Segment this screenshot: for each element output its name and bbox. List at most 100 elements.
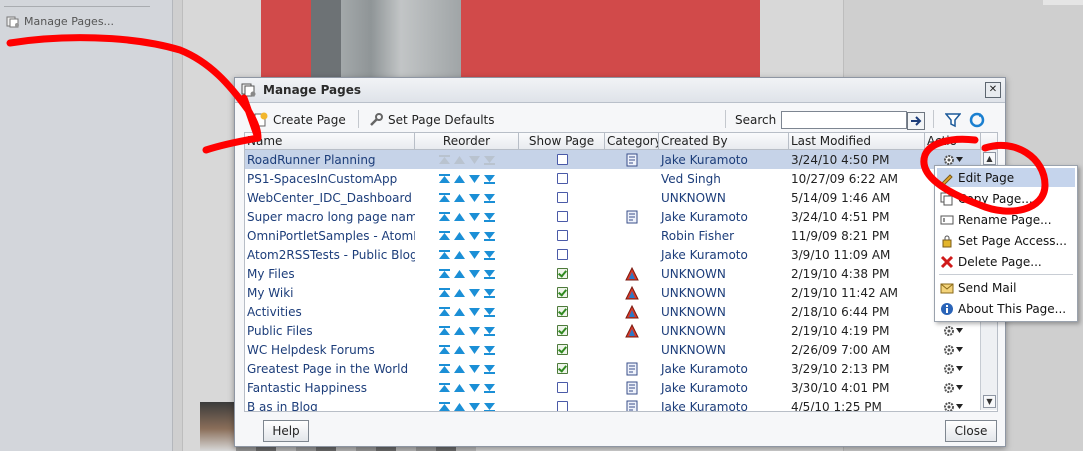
column-header-last-modified[interactable]: Last Modified — [789, 133, 925, 149]
actions-gear-icon[interactable] — [943, 363, 963, 375]
search-input[interactable] — [781, 111, 907, 129]
show-page-checkbox[interactable] — [556, 211, 568, 222]
move-up-icon[interactable] — [453, 364, 466, 374]
table-row[interactable]: OmniPortletSamples - AtomFee Robin Fishe… — [245, 226, 997, 245]
page-name-link[interactable]: My Wiki — [245, 286, 415, 300]
table-row[interactable]: B as in Blog Jake Kuramoto 4/5/10 1:25 P… — [245, 397, 997, 412]
table-row[interactable]: WebCenter_IDC_Dashboard UNKNOWN 5/14/09 … — [245, 188, 997, 207]
table-row[interactable]: Atom2RSSTests - Public Blog Jake Kuramot… — [245, 245, 997, 264]
table-row[interactable]: My Wiki UNKNOWN 2/19/10 11:42 AM — [245, 283, 997, 302]
manage-pages-link[interactable]: Manage Pages... — [6, 15, 114, 28]
move-down-icon[interactable] — [468, 383, 481, 393]
show-page-checkbox[interactable] — [556, 230, 568, 241]
actions-gear-icon[interactable] — [943, 401, 963, 411]
actions-gear-icon[interactable] — [943, 154, 963, 166]
page-name-link[interactable]: Atom2RSSTests - Public Blog — [245, 248, 415, 262]
move-bottom-icon[interactable] — [483, 402, 496, 412]
move-top-icon[interactable] — [438, 363, 451, 374]
move-top-icon[interactable] — [438, 192, 451, 203]
scroll-up-icon[interactable]: ▲ — [983, 152, 996, 165]
help-button[interactable]: Help — [263, 420, 309, 442]
actions-gear-icon[interactable] — [943, 382, 963, 394]
move-top-icon[interactable] — [438, 211, 451, 222]
move-bottom-icon[interactable] — [483, 250, 496, 260]
menu-item-send-mail[interactable]: Send Mail — [937, 278, 1075, 297]
show-page-checkbox[interactable] — [556, 382, 568, 393]
page-name-link[interactable]: Public Files — [245, 324, 415, 338]
move-bottom-icon[interactable] — [483, 345, 496, 355]
move-bottom-icon[interactable] — [483, 212, 496, 222]
move-up-icon[interactable] — [453, 383, 466, 393]
page-name-link[interactable]: Super macro long page name f — [245, 210, 415, 224]
move-bottom-icon[interactable] — [483, 326, 496, 336]
refresh-icon[interactable] — [968, 111, 986, 129]
page-name-link[interactable]: B as in Blog — [245, 400, 415, 412]
table-row[interactable]: WC Helpdesk Forums UNKNOWN 2/26/09 7:00 … — [245, 340, 997, 359]
show-page-checkbox[interactable] — [556, 401, 568, 411]
move-down-icon[interactable] — [468, 364, 481, 374]
set-page-defaults-button[interactable]: Set Page Defaults — [368, 112, 494, 128]
move-up-icon[interactable] — [453, 345, 466, 355]
show-page-checkbox[interactable] — [556, 173, 568, 184]
move-top-icon[interactable] — [438, 154, 451, 165]
page-name-link[interactable]: WC Helpdesk Forums — [245, 343, 415, 357]
show-page-checkbox[interactable] — [556, 344, 568, 355]
move-bottom-icon[interactable] — [483, 174, 496, 184]
column-header-name[interactable]: Name — [245, 133, 415, 149]
table-row[interactable]: Fantastic Happiness Jake Kuramoto 3/30/1… — [245, 378, 997, 397]
show-page-checkbox[interactable] — [556, 363, 568, 374]
move-up-icon[interactable] — [453, 326, 466, 336]
actions-gear-icon[interactable] — [943, 344, 963, 356]
move-top-icon[interactable] — [438, 268, 451, 279]
menu-item-set-page-access[interactable]: Set Page Access... — [937, 231, 1075, 250]
move-up-icon[interactable] — [453, 307, 466, 317]
move-bottom-icon[interactable] — [483, 231, 496, 241]
actions-gear-icon[interactable] — [943, 325, 963, 337]
move-down-icon[interactable] — [468, 155, 481, 165]
dialog-close-icon[interactable]: ✕ — [985, 82, 1001, 98]
table-row[interactable]: Public Files UNKNOWN 2/19/10 4:19 PM — [245, 321, 997, 340]
show-page-checkbox[interactable] — [556, 306, 568, 317]
column-header-show-page[interactable]: Show Page — [519, 133, 605, 149]
move-top-icon[interactable] — [438, 249, 451, 260]
move-up-icon[interactable] — [453, 402, 466, 412]
search-go-button[interactable] — [907, 112, 925, 130]
create-page-button[interactable]: Create Page — [253, 112, 346, 128]
show-page-checkbox[interactable] — [556, 325, 568, 336]
move-down-icon[interactable] — [468, 174, 481, 184]
move-up-icon[interactable] — [453, 212, 466, 222]
move-top-icon[interactable] — [438, 173, 451, 184]
move-top-icon[interactable] — [438, 344, 451, 355]
move-up-icon[interactable] — [453, 155, 466, 165]
move-top-icon[interactable] — [438, 230, 451, 241]
move-down-icon[interactable] — [468, 288, 481, 298]
move-bottom-icon[interactable] — [483, 269, 496, 279]
move-down-icon[interactable] — [468, 193, 481, 203]
table-row[interactable]: Greatest Page in the World Jake Kuramoto… — [245, 359, 997, 378]
move-bottom-icon[interactable] — [483, 307, 496, 317]
table-row[interactable]: PS1-SpacesInCustomApp Ved Singh 10/27/09… — [245, 169, 997, 188]
menu-item-delete-page[interactable]: Delete Page... — [937, 252, 1075, 271]
move-down-icon[interactable] — [468, 402, 481, 412]
move-top-icon[interactable] — [438, 325, 451, 336]
move-up-icon[interactable] — [453, 193, 466, 203]
filter-icon[interactable] — [945, 112, 961, 128]
move-down-icon[interactable] — [468, 307, 481, 317]
move-top-icon[interactable] — [438, 306, 451, 317]
show-page-checkbox[interactable] — [556, 287, 568, 298]
move-down-icon[interactable] — [468, 250, 481, 260]
move-down-icon[interactable] — [468, 345, 481, 355]
page-name-link[interactable]: Greatest Page in the World — [245, 362, 415, 376]
menu-item-about-this-page[interactable]: About This Page... — [937, 299, 1075, 318]
move-up-icon[interactable] — [453, 174, 466, 184]
menu-item-copy-page[interactable]: Copy Page... — [937, 189, 1075, 208]
move-bottom-icon[interactable] — [483, 193, 496, 203]
table-row[interactable]: My Files UNKNOWN 2/19/10 4:38 PM — [245, 264, 997, 283]
column-header-created-by[interactable]: Created By — [659, 133, 789, 149]
move-down-icon[interactable] — [468, 326, 481, 336]
page-name-link[interactable]: Fantastic Happiness — [245, 381, 415, 395]
page-name-link[interactable]: RoadRunner Planning — [245, 153, 415, 167]
move-bottom-icon[interactable] — [483, 288, 496, 298]
move-top-icon[interactable] — [438, 401, 451, 412]
move-bottom-icon[interactable] — [483, 155, 496, 165]
